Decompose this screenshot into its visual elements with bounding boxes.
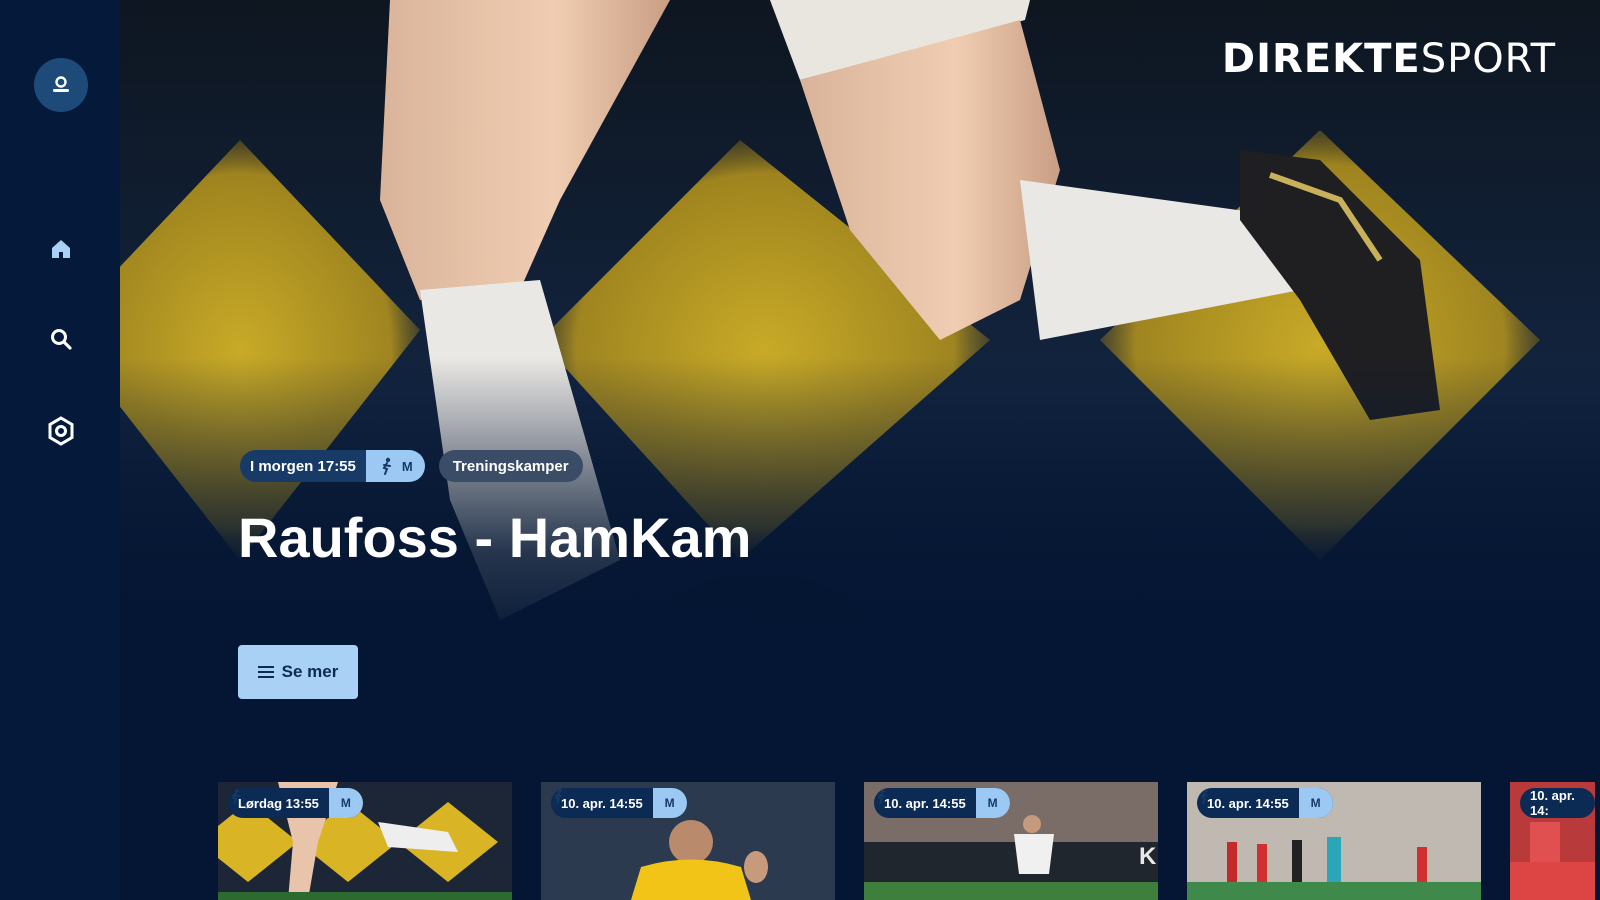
card-time: 10. apr. 14:	[1530, 788, 1575, 818]
sport-pill: M	[554, 788, 687, 818]
sport-code: M	[987, 796, 998, 810]
football-player-icon	[231, 788, 240, 804]
search-icon	[51, 329, 72, 350]
card-time: 10. apr. 14:55	[561, 795, 643, 811]
event-card[interactable]: Lørdag 13:55 M	[218, 782, 512, 900]
settings-icon	[48, 416, 74, 446]
football-player-icon	[877, 788, 886, 804]
card-time-badge: 10. apr. 14:55 M	[1197, 788, 1333, 818]
sidebar	[0, 0, 120, 900]
card-time-badge: 10. apr. 14:55 M	[874, 788, 1010, 818]
event-carousel: Lørdag 13:55 M 10. apr. 14:55 M K 10. ap…	[218, 782, 1595, 900]
football-player-icon	[1200, 788, 1209, 804]
see-more-button[interactable]: Se mer	[238, 645, 358, 699]
card-time: 10. apr. 14:55	[884, 795, 966, 811]
svg-text:K: K	[1139, 843, 1157, 870]
card-time-badge: 10. apr. 14:55 M	[551, 788, 687, 818]
sport-pill: M	[877, 788, 1010, 818]
football-player-icon	[554, 788, 563, 804]
sport-pill: M	[1200, 788, 1333, 818]
event-card[interactable]: 10. apr. 14:55 M	[541, 782, 835, 900]
profile-button[interactable]	[34, 58, 88, 112]
user-icon	[53, 76, 69, 92]
sidebar-item-search[interactable]	[40, 318, 82, 360]
event-card[interactable]: K 10. apr. 14:55 M	[864, 782, 1158, 900]
list-icon	[257, 666, 274, 678]
sport-code: M	[1310, 796, 1321, 810]
event-card[interactable]: 10. apr. 14:	[1510, 782, 1595, 900]
hero-badges: I morgen 17:55 M Treningskamper	[240, 450, 583, 482]
sport-pill: M	[365, 450, 425, 482]
app-logo: DIREKTESPORT	[1221, 36, 1556, 82]
sport-code: M	[401, 458, 413, 474]
hero-title: Raufoss - HamKam	[238, 506, 752, 569]
sport-code: M	[664, 796, 675, 810]
hero-time: I morgen 17:55	[250, 457, 356, 475]
football-player-icon	[382, 457, 391, 475]
category-badge: Treningskamper	[438, 450, 583, 482]
event-card[interactable]: 10. apr. 14:55 M	[1187, 782, 1481, 900]
card-time-badge: Lørdag 13:55 M	[228, 788, 363, 818]
sport-pill: M	[231, 788, 363, 818]
card-time: 10. apr. 14:55	[1207, 795, 1289, 811]
card-time-badge: 10. apr. 14:	[1520, 788, 1595, 818]
hero-time-badge: I morgen 17:55 M	[240, 450, 425, 482]
sidebar-item-settings[interactable]	[40, 410, 82, 452]
sport-code: M	[340, 796, 351, 810]
card-time: Lørdag 13:55	[238, 795, 319, 811]
see-more-label: Se mer	[281, 662, 339, 681]
sidebar-item-home[interactable]	[40, 228, 82, 270]
home-icon	[52, 240, 70, 258]
